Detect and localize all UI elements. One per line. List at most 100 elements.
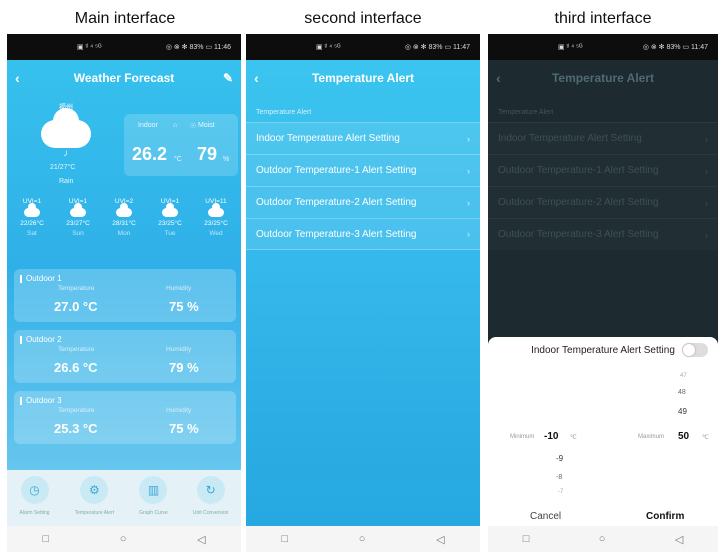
outdoor2-alert-setting-item[interactable]: Outdoor Temperature-2 Alert Setting › <box>246 186 480 218</box>
status-right: ◎ ⊗ ✻ 83% ▭ 11:47 <box>642 44 708 51</box>
nav-temperature-alert[interactable]: ⚙ Temperature Alert <box>75 470 114 526</box>
section-header: Temperature Alert <box>256 109 312 116</box>
edit-icon[interactable]: ✎ <box>223 71 233 85</box>
confirm-button[interactable]: Confirm <box>646 511 684 522</box>
cloud-icon <box>70 203 86 217</box>
minimum-value[interactable]: -10 <box>544 431 558 442</box>
chevron-right-icon: › <box>705 197 708 208</box>
indoor-temp-unit: °C <box>174 156 182 163</box>
list-item-label: Indoor Temperature Alert Setting <box>498 133 642 144</box>
forecast-day: UVI=1 22/26°C Sat <box>10 198 54 237</box>
chevron-right-icon: › <box>705 229 708 240</box>
forecast-range: 23/25°C <box>158 220 182 227</box>
status-bar: ▣ ᵗˡ ⁴ ⁵ᴳ ◎ ⊗ ✻ 83% ▭ 11:47 <box>488 34 718 60</box>
outdoor-humidity: 75 % <box>169 299 199 314</box>
signal-indicators: ▣ ᵗˡ ⁴ ⁵ᴳ <box>77 44 102 51</box>
outdoor-temperature: 26.6 °C <box>54 360 98 375</box>
list-item-label: Outdoor Temperature-2 Alert Setting <box>498 197 659 208</box>
outdoor1-alert-setting-item[interactable]: Outdoor Temperature-1 Alert Setting › <box>246 154 480 186</box>
third-interface-screen: ▣ ᵗˡ ⁴ ⁵ᴳ ◎ ⊗ ✻ 83% ▭ 11:47 ‹ Temperatur… <box>488 34 718 552</box>
indoor-panel: Indoor ⌂ ☉ Moist 26.2 °C 79 % <box>124 114 238 176</box>
forecast-day: UVI=2 28/31°C Mon <box>102 198 146 237</box>
status-bar: ▣ ᵗˡ ⁴ ⁵ᴳ ◎ ⊗ ✻ 83% ▭ 11:47 <box>246 34 480 60</box>
back-triangle-icon[interactable]: ◁ <box>436 533 444 546</box>
moist-unit: % <box>223 156 230 163</box>
page-title: Temperature Alert <box>311 71 415 85</box>
app-bar: ‹ Weather Forecast ✎ <box>7 60 241 96</box>
chevron-right-icon: › <box>705 165 708 176</box>
nav-label: Alarm Setting <box>19 510 50 516</box>
nav-label: Temperature Alert <box>74 510 115 516</box>
max-picker-option[interactable]: 48 <box>678 389 686 396</box>
nav-unit-conversion[interactable]: ↻ Unit Conversion <box>192 470 229 526</box>
home-icon[interactable]: ○ <box>359 533 366 545</box>
forecast-weekday: Mon <box>117 230 131 237</box>
maximum-value[interactable]: 50 <box>678 431 689 442</box>
recent-apps-icon[interactable]: □ <box>42 533 49 545</box>
back-icon[interactable]: ‹ <box>254 70 259 86</box>
indoor-icon: ⌂ <box>173 122 178 129</box>
back-triangle-icon[interactable]: ◁ <box>197 533 205 546</box>
minimum-label: Minimum <box>510 434 535 440</box>
list-item-label: Outdoor Temperature-1 Alert Setting <box>256 165 417 176</box>
forecast-weekday: Wed <box>209 230 223 237</box>
outdoor1-alert-setting-item: Outdoor Temperature-1 Alert Setting › <box>488 154 718 186</box>
back-triangle-icon[interactable]: ◁ <box>675 533 683 546</box>
caption-second: second interface <box>304 10 422 27</box>
forecast-day: UVI=1 23/25°C Tue <box>148 198 192 237</box>
max-picker-option[interactable]: 47 <box>680 373 687 379</box>
min-picker-option[interactable]: -9 <box>556 454 563 463</box>
home-icon[interactable]: ○ <box>120 533 127 545</box>
second-interface-screen: ▣ ᵗˡ ⁴ ⁵ᴳ ◎ ⊗ ✻ 83% ▭ 11:47 ‹ Temperatur… <box>246 34 480 552</box>
main-interface-screen: ▣ ᵗˡ ⁴ ⁵ᴳ ◎ ⊗ ✻ 83% ▭ 11:46 ‹ Weather Fo… <box>7 34 241 552</box>
temperature-label: Temperature <box>58 407 95 414</box>
status-bar: ▣ ᵗˡ ⁴ ⁵ᴳ ◎ ⊗ ✻ 83% ▭ 11:46 <box>7 34 241 60</box>
recent-apps-icon[interactable]: □ <box>281 533 288 545</box>
nav-label: Unit Conversion <box>192 510 229 516</box>
page-title: Temperature Alert <box>551 71 655 85</box>
home-icon[interactable]: ○ <box>599 533 606 545</box>
chevron-right-icon: › <box>467 197 470 208</box>
min-picker-option[interactable]: -8 <box>556 474 562 481</box>
outdoor3-alert-setting-item[interactable]: Outdoor Temperature-3 Alert Setting › <box>246 218 480 250</box>
status-right: ◎ ⊗ ✻ 83% ▭ 11:47 <box>404 44 470 51</box>
chevron-right-icon: › <box>467 165 470 176</box>
outdoor-card-1[interactable]: Outdoor 1 Temperature Humidity 27.0 °C 7… <box>14 269 236 322</box>
humidity-label: Humidity <box>166 346 192 353</box>
nav-graph-curve[interactable]: ▥ Graph Curve <box>139 470 168 526</box>
forecast-range: 23/27°C <box>66 220 90 227</box>
outdoor-card-3[interactable]: Outdoor 3 Temperature Humidity 25.3 °C 7… <box>14 391 236 444</box>
signal-indicators: ▣ ᵗˡ ⁴ ⁵ᴳ <box>558 44 583 51</box>
recent-apps-icon[interactable]: □ <box>523 533 530 545</box>
outdoor2-alert-setting-item: Outdoor Temperature-2 Alert Setting › <box>488 186 718 218</box>
system-navigation-bar: □ ○ ◁ <box>488 526 718 552</box>
system-navigation-bar: □ ○ ◁ <box>246 526 480 552</box>
outdoor-humidity: 79 % <box>169 360 199 375</box>
list-item-label: Outdoor Temperature-3 Alert Setting <box>256 228 417 240</box>
indoor-alert-setting-item[interactable]: Indoor Temperature Alert Setting › <box>246 122 480 154</box>
list-item-label: Outdoor Temperature-1 Alert Setting <box>498 165 659 176</box>
temperature-label: Temperature <box>58 346 95 353</box>
max-unit: ℃ <box>702 435 709 441</box>
caption-main: Main interface <box>74 10 176 27</box>
nav-alarm-setting[interactable]: ◷ Alarm Setting <box>20 470 50 526</box>
cloud-icon <box>116 203 132 217</box>
min-picker-option[interactable]: -7 <box>558 489 563 495</box>
back-icon[interactable]: ‹ <box>15 70 20 86</box>
outdoor-card-2[interactable]: Outdoor 2 Temperature Humidity 26.6 °C 7… <box>14 330 236 383</box>
alert-enable-toggle[interactable] <box>682 343 708 357</box>
rain-drop-icon: ╯ <box>64 151 69 160</box>
cancel-button[interactable]: Cancel <box>530 511 561 522</box>
bottom-navigation: ◷ Alarm Setting ⚙ Temperature Alert ▥ Graph… <box>7 470 241 526</box>
forecast-range: 28/31°C <box>112 220 136 227</box>
forecast-weekday: Sun <box>72 230 84 237</box>
list-item-label: Outdoor Temperature-2 Alert Setting <box>256 197 417 208</box>
moist-label: Moist <box>198 122 215 129</box>
forecast-range: 23/25°C <box>204 220 228 227</box>
cloud-icon <box>24 203 40 217</box>
max-picker-option[interactable]: 49 <box>678 407 687 416</box>
chevron-right-icon: › <box>467 133 470 144</box>
forecast-strip: UVI=1 22/26°C Sat UVI=1 23/27°C Sun UVI=2 28/… <box>9 198 239 237</box>
outdoor-temperature: 25.3 °C <box>54 421 98 436</box>
min-unit: ℃ <box>570 435 577 441</box>
